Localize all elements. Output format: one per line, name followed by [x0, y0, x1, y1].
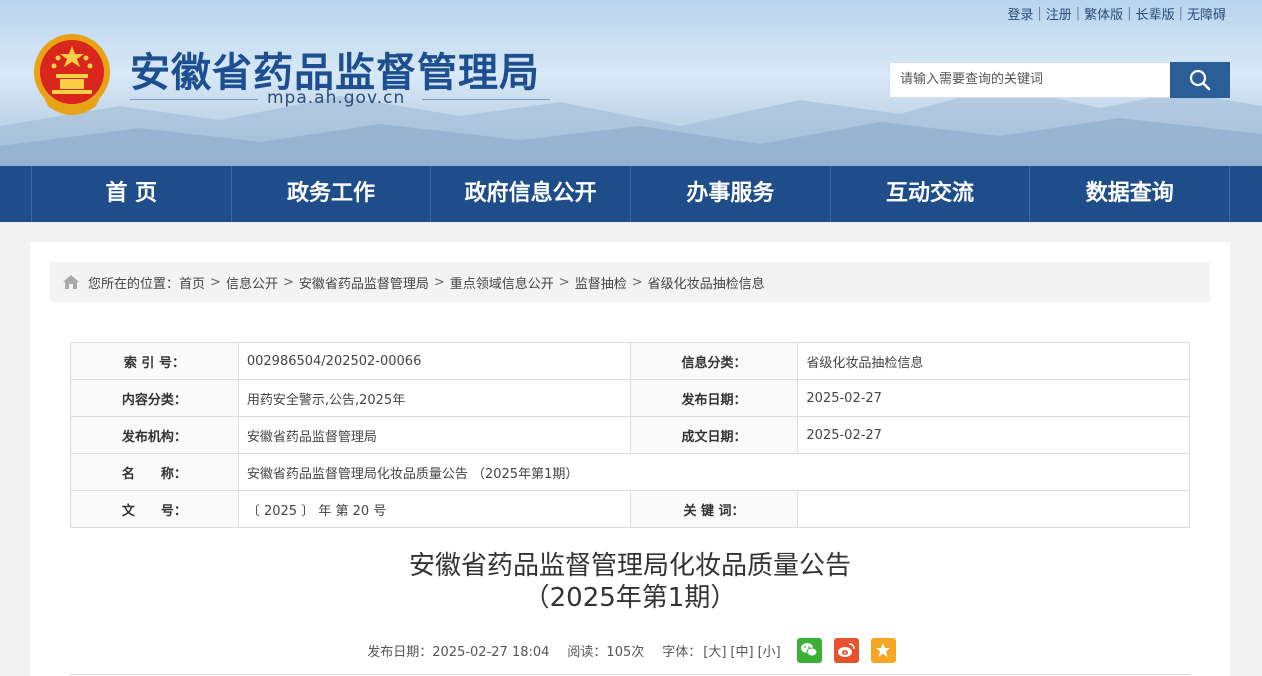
- site-domain-wrap: mpa.ah.gov.cn: [130, 88, 550, 110]
- org-value: 安徽省药品监督管理局: [237, 416, 631, 454]
- favorite-button[interactable]: [870, 637, 896, 663]
- login-link[interactable]: 登录: [1003, 4, 1037, 23]
- search-icon: [1189, 69, 1211, 91]
- breadcrumb: 您所在的位置： 首页 > 信息公开 > 安徽省药品监督管理局 > 重点领域信息公…: [50, 262, 1210, 302]
- breadcrumb-sampling[interactable]: 监督抽检: [575, 273, 627, 292]
- table-row: 内容分类： 用药安全警示,公告,2025年 发布日期： 2025-02-27: [70, 379, 1190, 417]
- site-domain: mpa.ah.gov.cn: [267, 88, 406, 108]
- breadcrumb-bureau[interactable]: 安徽省药品监督管理局: [299, 273, 429, 292]
- table-row: 发布机构： 安徽省药品监督管理局 成文日期： 2025-02-27: [70, 416, 1190, 454]
- nav-home[interactable]: 首 页: [31, 166, 231, 222]
- wechat-share-button[interactable]: [796, 637, 822, 663]
- content-label: 内容分类：: [70, 379, 239, 417]
- org-label: 发布机构：: [70, 416, 239, 454]
- star-icon: [876, 643, 891, 657]
- elder-version-link[interactable]: 长辈版: [1132, 4, 1179, 23]
- font-large-button[interactable]: [大]: [703, 641, 726, 660]
- keywords-value: [797, 490, 1190, 528]
- document-meta-table: 索 引 号： 002986504/202502-00066 信息分类： 省级化妆…: [70, 342, 1191, 528]
- nav-info-disclosure[interactable]: 政府信息公开: [430, 166, 630, 222]
- created-value: 2025-02-27: [797, 416, 1190, 454]
- category-label: 信息分类：: [629, 342, 799, 380]
- domain-line-left: [130, 99, 258, 100]
- nav-interaction[interactable]: 互动交流: [829, 166, 1030, 222]
- docno-value: 〔 2025 〕 年 第 20 号: [237, 490, 631, 528]
- main-nav: 首 页 政务工作 政府信息公开 办事服务 互动交流 数据查询: [0, 166, 1262, 222]
- article-title-line1: 安徽省药品监督管理局化妆品质量公告: [408, 551, 851, 581]
- table-row: 名 称： 安徽省药品监督管理局化妆品质量公告 （2025年第1期）: [70, 453, 1191, 491]
- read-count: 阅读：105次: [567, 644, 645, 660]
- search-input[interactable]: 请输入需要查询的关键词: [889, 62, 1171, 98]
- home-icon: [63, 275, 79, 289]
- nav-services[interactable]: 办事服务: [630, 166, 830, 222]
- weibo-share-button[interactable]: [833, 637, 859, 663]
- breadcrumb-prefix: 您所在的位置：: [88, 276, 180, 292]
- index-value: 002986504/202502-00066: [237, 342, 631, 380]
- font-small-button[interactable]: [小]: [758, 641, 781, 660]
- keywords-label: 关 键 词：: [629, 490, 799, 528]
- article-title-line2: （2025年第1期）: [523, 583, 737, 613]
- nav-data-query[interactable]: 数据查询: [1029, 166, 1231, 222]
- search-button[interactable]: [1170, 62, 1230, 98]
- font-size-label: 字体：: [662, 644, 702, 660]
- content-value: 用药安全警示,公告,2025年: [237, 379, 631, 417]
- traditional-chinese-link[interactable]: 繁体版: [1080, 4, 1127, 23]
- article-info-bar: 发布日期：2025-02-27 18:04 阅读：105次 字体： [大] [中…: [30, 637, 1230, 663]
- content-divider: [70, 674, 1190, 675]
- breadcrumb-separator: >: [631, 274, 643, 290]
- category-value: 省级化妆品抽检信息: [797, 342, 1190, 380]
- accessibility-link[interactable]: 无障碍: [1183, 4, 1230, 23]
- table-row: 文 号： 〔 2025 〕 年 第 20 号 关 键 词：: [70, 490, 1190, 528]
- publish-value: 2025-02-27: [797, 379, 1190, 417]
- name-label: 名 称：: [70, 453, 239, 491]
- breadcrumb-separator: >: [210, 274, 221, 290]
- domain-line-right: [422, 99, 550, 100]
- register-link[interactable]: 注册: [1042, 4, 1076, 23]
- weibo-icon: [838, 643, 855, 657]
- article-title: 安徽省药品监督管理局化妆品质量公告 （2025年第1期）: [30, 550, 1230, 614]
- created-label: 成文日期：: [629, 416, 799, 454]
- breadcrumb-separator: >: [433, 274, 445, 290]
- font-medium-button[interactable]: [中]: [730, 641, 753, 660]
- table-row: 索 引 号： 002986504/202502-00066 信息分类： 省级化妆…: [70, 342, 1190, 380]
- breadcrumb-cosmetics-sampling[interactable]: 省级化妆品抽检信息: [648, 273, 765, 292]
- wechat-icon: [801, 643, 818, 657]
- breadcrumb-separator: >: [282, 274, 294, 290]
- name-value: 安徽省药品监督管理局化妆品质量公告 （2025年第1期）: [237, 453, 1191, 491]
- national-emblem-icon: [34, 34, 110, 115]
- site-header: 登录 | 注册 | 繁体版 | 长辈版 | 无障碍 安徽省药品监督管理局 mpa.ah.…: [0, 0, 1262, 166]
- nav-government-affairs[interactable]: 政务工作: [230, 166, 431, 222]
- breadcrumb-info-disclosure[interactable]: 信息公开: [226, 273, 278, 292]
- top-links: 登录 | 注册 | 繁体版 | 长辈版 | 无障碍: [1003, 4, 1230, 23]
- docno-label: 文 号：: [70, 490, 239, 528]
- publish-datetime: 发布日期：2025-02-27 18:04: [367, 644, 550, 660]
- index-label: 索 引 号：: [70, 342, 239, 380]
- main-content: 您所在的位置： 首页 > 信息公开 > 安徽省药品监督管理局 > 重点领域信息公…: [30, 242, 1230, 676]
- breadcrumb-separator: >: [558, 274, 570, 290]
- breadcrumb-home[interactable]: 首页: [179, 273, 205, 292]
- breadcrumb-key-areas[interactable]: 重点领域信息公开: [450, 273, 554, 292]
- publish-label: 发布日期：: [629, 379, 799, 417]
